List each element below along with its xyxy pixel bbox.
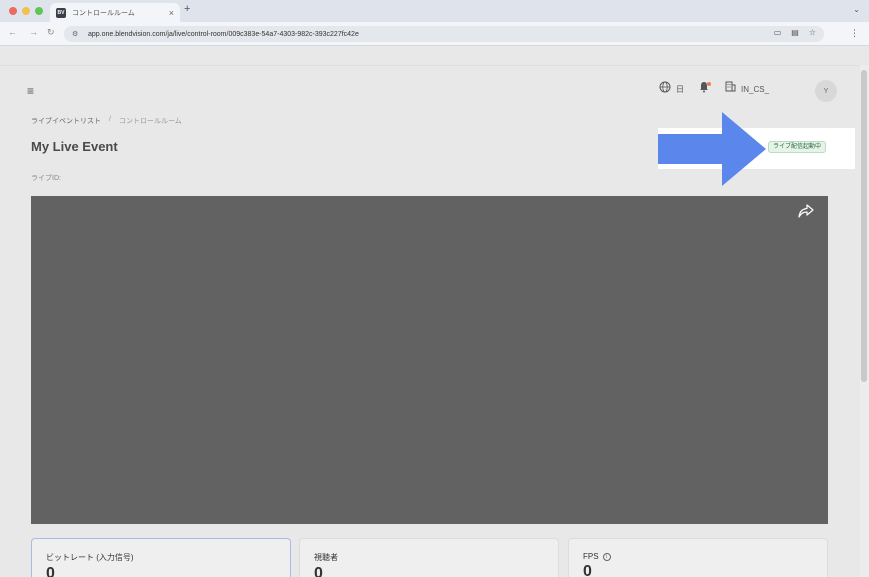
favicon-icon: BV: [56, 7, 66, 18]
live-id-label: ライブID:: [31, 175, 61, 182]
bitrate-card[interactable]: ビットレート (入力信号) 0: [31, 538, 291, 577]
scrollbar-thumb[interactable]: [861, 70, 867, 382]
browser-tab-bar: BV コントロールルーム × + ⌄: [0, 0, 869, 22]
globe-icon[interactable]: [659, 81, 671, 93]
breadcrumb-separator: /: [109, 116, 111, 123]
url-text: app.one.blendvision.com/ja/live/control-…: [88, 30, 359, 38]
window-maximize-button[interactable]: [35, 7, 43, 15]
tab-close-icon[interactable]: ×: [169, 8, 174, 18]
video-player[interactable]: [31, 196, 828, 524]
forward-icon[interactable]: →: [29, 27, 38, 37]
pointer-arrow-icon: [658, 112, 766, 186]
info-icon[interactable]: i: [602, 552, 611, 561]
fps-label: FPS: [583, 552, 599, 561]
language-label[interactable]: 日: [676, 84, 684, 95]
notification-dot: [707, 82, 711, 86]
viewers-value: 0: [314, 565, 323, 577]
share-icon[interactable]: [798, 204, 814, 218]
browser-menu-icon[interactable]: ⋮: [850, 28, 859, 39]
bookmark-star-icon[interactable]: ☆: [809, 28, 816, 37]
fps-card: FPS i 0: [568, 538, 828, 577]
tab-search-button[interactable]: ⌄: [853, 5, 860, 14]
address-bar[interactable]: ⚙ app.one.blendvision.com/ja/live/contro…: [64, 26, 824, 42]
organization-name[interactable]: IN_CS_: [741, 85, 769, 94]
bitrate-label: ビットレート (入力信号): [46, 553, 134, 562]
back-icon[interactable]: ←: [8, 27, 17, 37]
status-badge: ライブ配信起動中: [768, 141, 827, 153]
reload-icon[interactable]: ↻: [47, 27, 55, 38]
viewers-card: 視聴者 0: [299, 538, 559, 577]
breadcrumb-control-room: コントロールルーム: [118, 118, 182, 125]
avatar[interactable]: Y: [815, 80, 837, 102]
viewers-label: 視聴者: [314, 553, 338, 562]
window-minimize-button[interactable]: [22, 7, 30, 15]
browser-toolbar: ← → ↻ ⚙ app.one.blendvision.com/ja/live/…: [0, 22, 869, 46]
translate-icon[interactable]: ▤: [791, 28, 799, 37]
new-tab-button[interactable]: +: [184, 3, 190, 15]
fps-value: 0: [583, 563, 592, 577]
browser-tab[interactable]: BV コントロールルーム ×: [50, 3, 180, 22]
cast-icon[interactable]: ▭: [774, 28, 782, 37]
header-divider: [0, 65, 860, 66]
tab-title: コントロールルーム: [72, 9, 135, 17]
hamburger-icon[interactable]: ≡: [27, 84, 34, 98]
building-icon[interactable]: [725, 81, 736, 92]
site-settings-icon[interactable]: ⚙: [72, 30, 82, 38]
breadcrumb-live-event-list[interactable]: ライブイベントリスト: [31, 116, 101, 126]
page-title: My Live Event: [31, 139, 118, 154]
breadcrumb: ライブイベントリスト / コントロールルーム: [31, 116, 182, 126]
bitrate-value: 0: [46, 565, 55, 577]
window-close-button[interactable]: [9, 7, 17, 15]
